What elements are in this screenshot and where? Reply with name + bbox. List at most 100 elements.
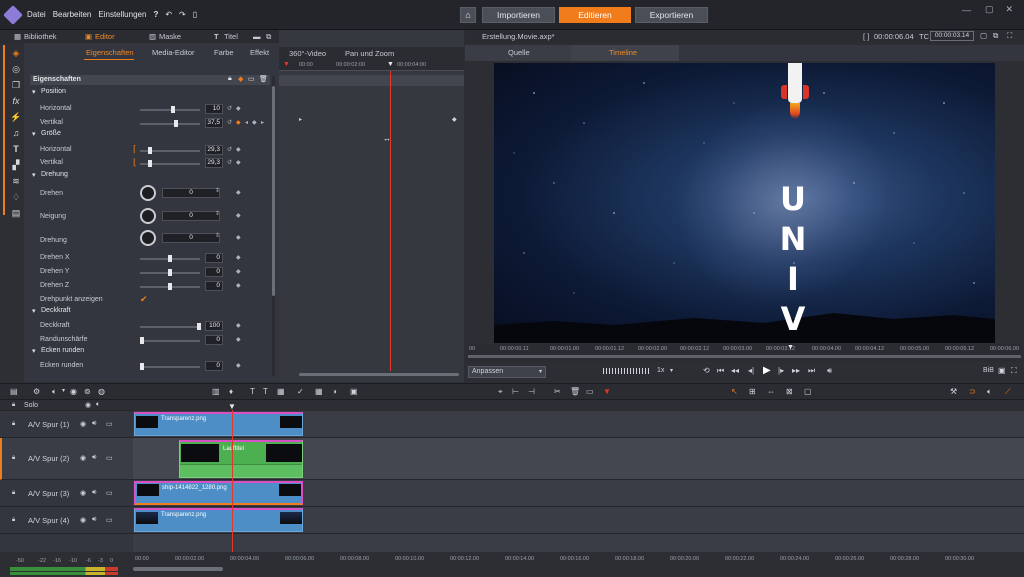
panel-pin-icon[interactable]: ▬ bbox=[253, 32, 261, 41]
tab-farbe[interactable]: Farbe bbox=[214, 48, 234, 57]
volume-mixer-icon[interactable]: 🔈︎ bbox=[52, 387, 57, 397]
video-frame[interactable]: UNIV bbox=[494, 63, 995, 343]
vertikal-slider[interactable] bbox=[140, 120, 200, 127]
lock-icon[interactable]: 🔒︎ bbox=[12, 490, 15, 497]
track-name[interactable]: A/V Spur (3) bbox=[28, 489, 69, 498]
stack-icon[interactable]: ≋ bbox=[9, 174, 23, 188]
spin-arrows-icon[interactable]: ⇕ bbox=[215, 232, 220, 239]
eye-icon[interactable]: ◉ bbox=[85, 401, 91, 409]
text-tool-icon[interactable]: T bbox=[263, 387, 268, 396]
marker-color-icon[interactable]: ▼ bbox=[603, 387, 611, 396]
add-track-icon[interactable]: ▤ bbox=[10, 387, 18, 396]
tab-editor[interactable]: Editor bbox=[95, 32, 115, 41]
properties-scrollbar[interactable] bbox=[272, 76, 275, 376]
lock-icon[interactable]: 🔒︎ bbox=[228, 75, 232, 83]
equalizer-icon[interactable]: ▥ bbox=[212, 387, 220, 396]
deckkraft-slider[interactable] bbox=[140, 323, 201, 330]
close-icon[interactable]: ✕ bbox=[1006, 4, 1014, 15]
step-forward-icon[interactable]: ▸▸ bbox=[792, 366, 800, 375]
document-icon[interactable]: ▯ bbox=[193, 10, 197, 19]
keyframe-icon[interactable]: ◆ bbox=[236, 268, 241, 275]
track-header-3[interactable]: 🔒︎ A/V Spur (3) ◉ 🔊︎ ▭ bbox=[0, 480, 133, 507]
g-vertikal-slider[interactable] bbox=[140, 160, 200, 167]
home-button[interactable]: ⌂ bbox=[460, 7, 476, 23]
fit-icon[interactable]: ▢ bbox=[804, 387, 812, 396]
link-ratio-icon[interactable]: ⌈ bbox=[133, 144, 137, 155]
sticker-icon[interactable]: ▞ bbox=[9, 158, 23, 172]
marker-icon[interactable]: ⌖ bbox=[498, 387, 503, 397]
title-text[interactable]: UNIV bbox=[774, 179, 814, 339]
checkmark-tool-icon[interactable]: ✓ bbox=[297, 387, 304, 396]
solo-label[interactable]: Solo bbox=[24, 402, 38, 409]
fx-icon[interactable]: fx bbox=[9, 94, 23, 108]
track-name[interactable]: A/V Spur (1) bbox=[28, 420, 69, 429]
eye-icon[interactable]: ◉ bbox=[80, 420, 86, 428]
menu-bearbeiten[interactable]: Bearbeiten bbox=[53, 10, 92, 19]
preview-scrub-bar[interactable] bbox=[468, 355, 1021, 358]
trim-icon[interactable]: ⊢ bbox=[512, 387, 519, 396]
mic-icon[interactable]: ⊚ bbox=[84, 387, 91, 396]
timeline-ruler[interactable]: 00:00 00:00:02.00 00:00:04.00 00:00:06.0… bbox=[133, 552, 1024, 577]
keyframe-icon[interactable]: ◆ bbox=[252, 119, 257, 126]
tab-eigenschaften[interactable]: Eigenschaften bbox=[86, 48, 134, 57]
speaker-icon[interactable]: 🔊︎ bbox=[92, 516, 96, 524]
lens-icon[interactable]: ◎ bbox=[9, 62, 23, 76]
g-horizontal-slider[interactable] bbox=[140, 147, 200, 154]
track-name[interactable]: A/V Spur (2) bbox=[28, 454, 69, 463]
properties-icon[interactable]: ◈ bbox=[9, 46, 23, 60]
speaker-icon[interactable]: 🔊︎ bbox=[92, 489, 96, 497]
reset-icon[interactable]: ↺ bbox=[227, 105, 232, 112]
mixer-dropdown-icon[interactable]: ▾ bbox=[62, 387, 65, 394]
grid-tool-icon[interactable]: ▦ bbox=[315, 387, 323, 396]
slip-tool-icon[interactable]: ⇔ bbox=[767, 387, 775, 396]
section-deckkraft[interactable]: ▾ Deckkraft bbox=[30, 307, 300, 318]
next-keyframe-icon[interactable]: ▸ bbox=[261, 119, 264, 126]
drehen-z-slider[interactable] bbox=[140, 283, 200, 290]
drehen-x-value[interactable]: 0 bbox=[205, 253, 223, 263]
drehen-y-value[interactable]: 0 bbox=[205, 267, 223, 277]
delete-icon[interactable]: 🗑︎ bbox=[259, 75, 268, 83]
preview-playhead[interactable]: ▼ bbox=[787, 344, 794, 351]
paint-icon[interactable]: ♢ bbox=[9, 190, 23, 204]
preview-ruler[interactable]: 00 00:00:00.11 00:00:01.00 00:00:01.12 0… bbox=[468, 344, 1021, 362]
horizontal-slider[interactable] bbox=[140, 106, 200, 113]
delete-icon[interactable]: 🗑︎ bbox=[570, 387, 580, 396]
tab-title[interactable]: Titel bbox=[224, 32, 238, 41]
image-icon[interactable]: ▭ bbox=[248, 75, 255, 83]
fullscreen-icon[interactable]: ⛶ bbox=[1007, 31, 1012, 41]
lock-icon[interactable]: 🔒︎ bbox=[12, 517, 15, 524]
film-icon[interactable]: ▤ bbox=[9, 206, 23, 220]
tab-quelle[interactable]: Quelle bbox=[465, 45, 571, 61]
menu-einstellungen[interactable]: Einstellungen bbox=[98, 10, 146, 19]
drehung-dial[interactable] bbox=[140, 230, 156, 246]
tab-effekt[interactable]: Effekt bbox=[250, 48, 269, 57]
ripple-icon[interactable]: ⊣ bbox=[528, 387, 535, 396]
eye-icon[interactable]: ◉ bbox=[80, 516, 86, 524]
section-position[interactable]: ▾ Position bbox=[30, 88, 300, 99]
audio-scrub-icon[interactable]: 🔈︎ bbox=[987, 387, 992, 397]
section-groesse[interactable]: ▾ Größe bbox=[30, 130, 300, 141]
clip-transparenz-4[interactable]: Transparenz.png bbox=[134, 508, 303, 532]
neigung-value[interactable]: 0 bbox=[162, 211, 220, 221]
loop-icon[interactable]: ⟲ bbox=[703, 366, 710, 375]
ripple-mode-icon[interactable]: ⟋ bbox=[1005, 387, 1011, 397]
keyframe-icon[interactable]: ◆ bbox=[236, 336, 241, 343]
vertikal-value[interactable]: 37,5 bbox=[205, 118, 223, 128]
maximize-icon[interactable]: ▢ bbox=[985, 4, 994, 15]
spin-arrows-icon[interactable]: ⇕ bbox=[215, 210, 220, 217]
drehung-value[interactable]: 0 bbox=[162, 233, 220, 243]
keyframe-icon[interactable]: ◆ bbox=[236, 322, 241, 329]
volume-icon[interactable]: 🔊︎ bbox=[827, 366, 832, 376]
shape-tool-icon[interactable]: ▦ bbox=[277, 387, 285, 396]
clip-lauftitel[interactable]: Lauftitel bbox=[179, 440, 303, 478]
track-name[interactable]: A/V Spur (4) bbox=[28, 516, 69, 525]
detach-icon[interactable]: ⧉ bbox=[993, 31, 998, 41]
fullscreen-icon[interactable]: ⛶ bbox=[1011, 366, 1017, 376]
tab-media-editor[interactable]: Media-Editor bbox=[152, 48, 195, 57]
monitor-icon[interactable]: ▭ bbox=[106, 489, 113, 497]
keyframe-add-icon[interactable]: ◆ bbox=[238, 75, 243, 83]
track-header-4[interactable]: 🔒︎ A/V Spur (4) ◉ 🔊︎ ▭ bbox=[0, 507, 133, 534]
drehen-x-slider[interactable] bbox=[140, 255, 200, 262]
ecken-slider[interactable] bbox=[140, 363, 200, 370]
clip-icon[interactable]: ▭ bbox=[586, 387, 594, 396]
